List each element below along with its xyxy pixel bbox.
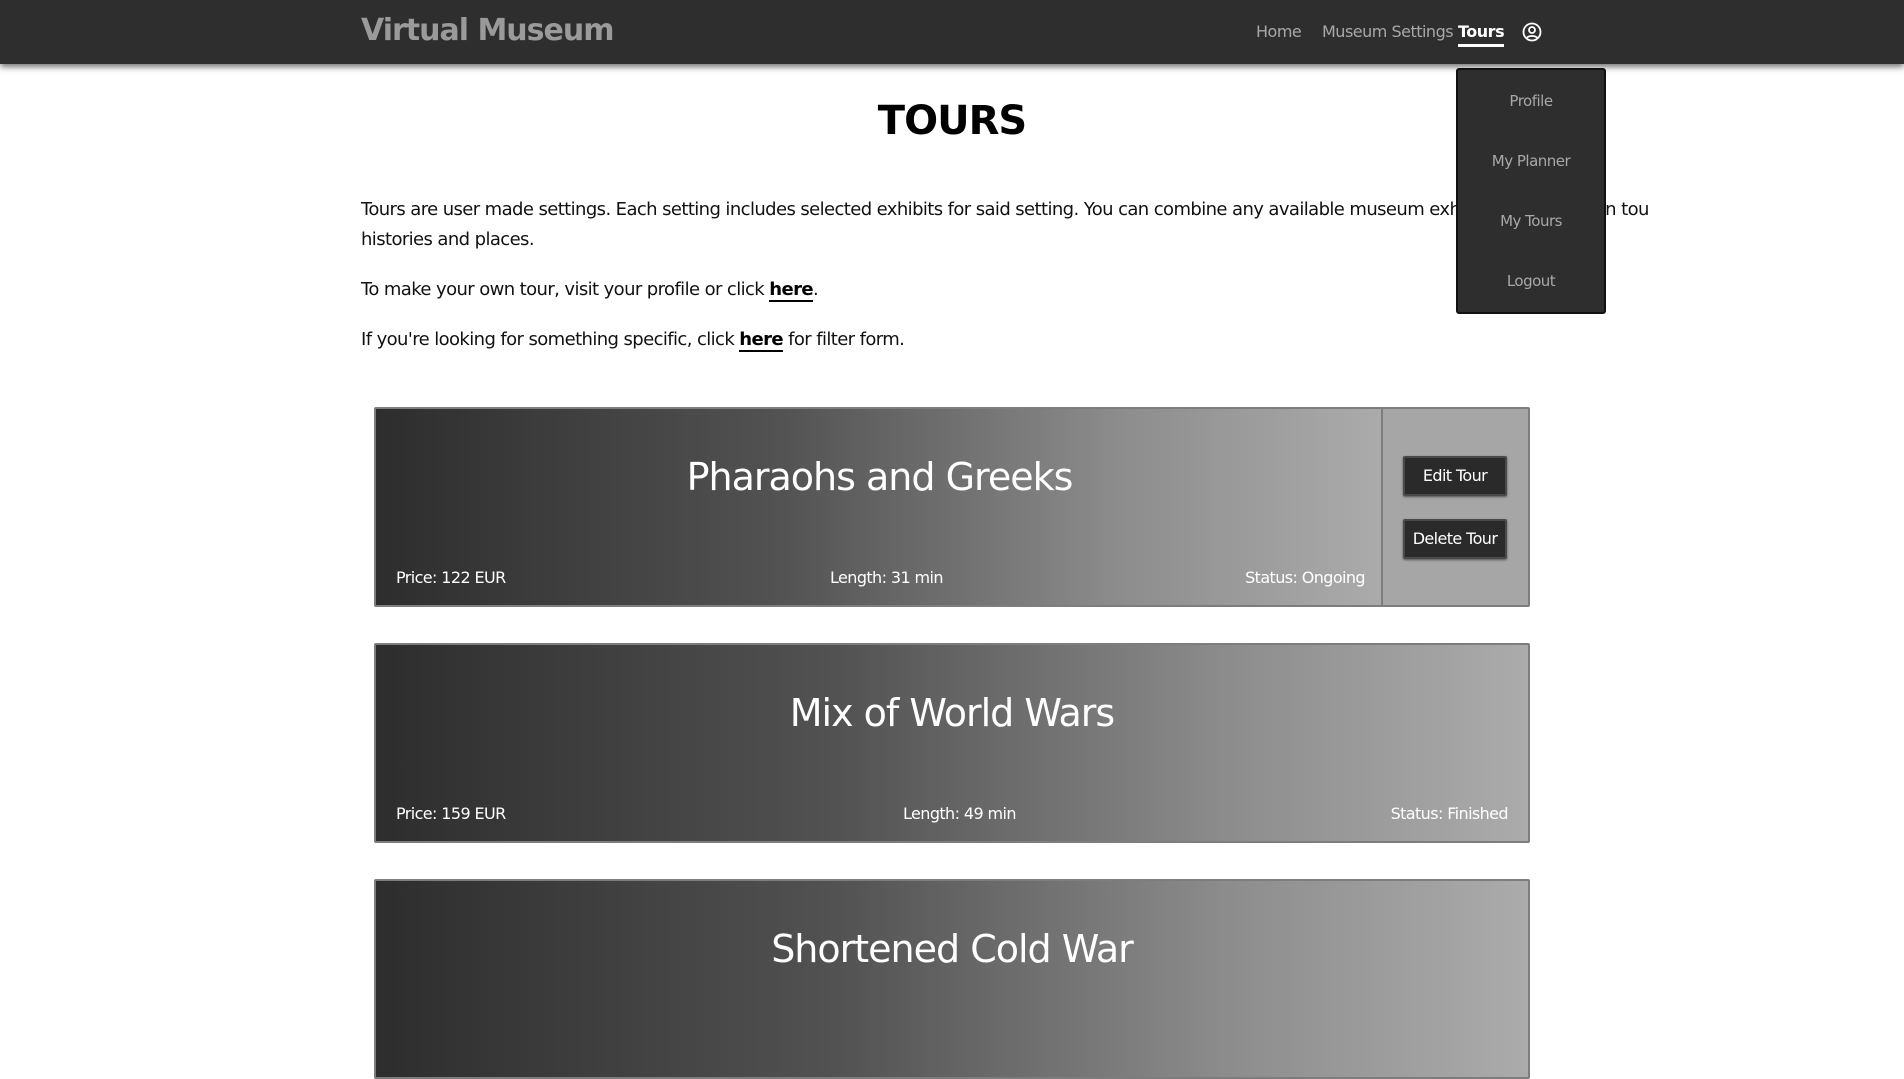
filter-form-link[interactable]: here [739,329,784,352]
nav-museum-settings[interactable]: Museum Settings [1322,22,1454,41]
page-title: TOURS [877,98,1027,144]
user-dropdown-menu: Profile My Planner My Tours Logout [1456,68,1606,314]
make-tour-link[interactable]: here [769,279,814,302]
tour-status: Status: Finished [1390,804,1509,823]
tour-actions-panel: Edit Tour Delete Tour [1381,409,1528,605]
tour-title: Mix of World Wars [789,691,1115,735]
menu-item-my-planner[interactable]: My Planner [1458,152,1604,170]
delete-tour-button[interactable]: Delete Tour [1403,519,1507,559]
nav-home[interactable]: Home [1256,22,1302,41]
intro-line-2: histories and places. [361,229,535,250]
menu-item-my-tours[interactable]: My Tours [1458,212,1604,230]
top-navbar: Virtual Museum Home Museum Settings Tour… [0,0,1904,64]
tour-title: Shortened Cold War [771,927,1134,971]
tour-card-body: Pharaohs and Greeks Price: 122 EUR Lengt… [376,409,1383,605]
tour-card[interactable]: Pharaohs and Greeks Price: 122 EUR Lengt… [374,407,1530,607]
tour-length: Length: 31 min [830,568,943,587]
user-circle-icon[interactable] [1521,21,1543,43]
edit-tour-button[interactable]: Edit Tour [1403,456,1507,496]
filter-paragraph: If you're looking for something specific… [361,325,905,355]
tour-price: Price: 159 EUR [396,804,506,823]
tour-title: Pharaohs and Greeks [686,455,1074,499]
tour-status: Status: Ongoing [1245,568,1365,587]
brand-logo[interactable]: Virtual Museum [361,13,614,48]
make-tour-text: To make your own tour, visit your profil… [361,279,770,300]
make-tour-suffix: . [812,279,819,300]
tour-price: Price: 122 EUR [396,568,506,587]
filter-suffix: for filter form. [783,329,905,350]
tour-card[interactable]: Mix of World Wars Price: 159 EUR Length:… [374,643,1530,843]
tour-card-body: Shortened Cold War [376,881,1528,1077]
tour-length: Length: 49 min [903,804,1016,823]
tour-card[interactable]: Shortened Cold War [374,879,1530,1079]
filter-text: If you're looking for something specific… [361,329,740,350]
nav-tours[interactable]: Tours [1458,22,1505,47]
menu-item-logout[interactable]: Logout [1458,272,1604,290]
tour-card-body: Mix of World Wars Price: 159 EUR Length:… [376,645,1528,841]
menu-item-profile[interactable]: Profile [1458,92,1604,110]
make-tour-paragraph: To make your own tour, visit your profil… [361,275,819,305]
